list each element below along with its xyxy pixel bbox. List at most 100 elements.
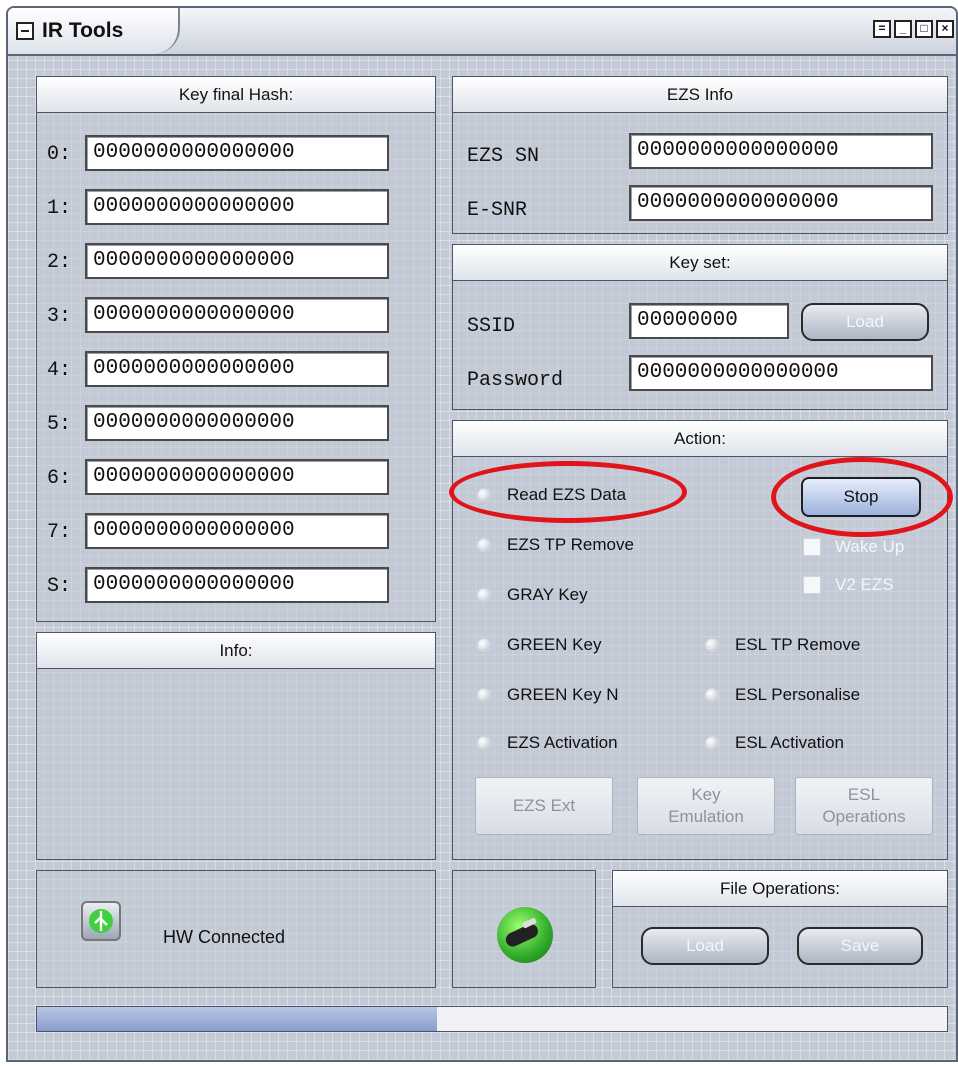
checkbox-label: Wake Up [835,537,905,556]
radio-green-key-n[interactable]: GREEN Key N [477,685,618,705]
radio-label: ESL Activation [735,733,844,752]
title-tab: IR Tools [8,8,180,54]
action-header: Action: [453,421,947,457]
radio-read-ezs-data[interactable]: Read EZS Data [477,485,626,505]
radio-dot [477,538,491,552]
ssid-label: SSID [467,315,516,338]
progress-fill [37,1007,438,1031]
key-set-header: Key set: [453,245,947,281]
esnr-field[interactable]: 0000000000000000 [629,185,933,221]
window-title: IR Tools [42,19,124,42]
hash-row-field[interactable]: 0000000000000000 [85,189,389,225]
key-icon-panel [452,870,596,988]
radio-esl-personalise[interactable]: ESL Personalise [705,685,860,705]
close-icon[interactable]: × [936,20,954,38]
radio-dot [477,488,491,502]
radio-label: GREEN Key N [507,685,619,704]
radio-ezs-tp-remove[interactable]: EZS TP Remove [477,535,634,555]
ezs-info-panel: EZS Info EZS SN 0000000000000000 E-SNR 0… [452,76,948,234]
file-operations-header: File Operations: [613,871,947,907]
esl-operations-label-2: Operations [822,807,906,826]
hash-row-field[interactable]: 0000000000000000 [85,351,389,387]
radio-ezs-activation[interactable]: EZS Activation [477,733,618,753]
hash-row-field[interactable]: 0000000000000000 [85,135,389,171]
checkbox-label: V2 EZS [835,575,894,594]
hash-row-label: 6: [47,467,72,490]
ezs-ext-button[interactable]: EZS Ext [475,777,613,835]
file-save-button[interactable]: Save [797,927,923,965]
hash-row-field[interactable]: 0000000000000000 [85,405,389,441]
radio-dot [477,638,491,652]
ezs-info-header: EZS Info [453,77,947,113]
ezs-sn-label: EZS SN [467,145,540,168]
hash-row-label: S: [47,575,72,598]
file-load-button[interactable]: Load [641,927,769,965]
action-panel: Action: Read EZS Data EZS TP Remove GRAY… [449,420,953,860]
stop-button[interactable]: Stop [801,477,921,517]
radio-dot [705,736,719,750]
radio-esl-activation[interactable]: ESL Activation [705,733,844,753]
hash-row-field[interactable]: 0000000000000000 [85,243,389,279]
hash-row-label: 0: [47,143,72,166]
hash-row-label: 2: [47,251,72,274]
car-key-icon [497,907,553,963]
radio-label: ESL TP Remove [735,635,861,654]
radio-dot [477,588,491,602]
radio-dot [705,688,719,702]
check-box [803,538,821,556]
hash-row-field[interactable]: 0000000000000000 [85,459,389,495]
radio-label: EZS Activation [507,733,618,752]
key-hash-panel: Key final Hash: 0: 0000000000000000 1: 0000… [36,76,436,622]
radio-dot [477,688,491,702]
hash-row-label: 5: [47,413,72,436]
hash-row-label: 3: [47,305,72,328]
title-bar: IR Tools = _ □ × [8,8,956,56]
ezs-sn-field[interactable]: 0000000000000000 [629,133,933,169]
progress-bar [36,1006,948,1032]
hash-row-label: 4: [47,359,72,382]
key-emulation-label-2: Emulation [668,807,744,826]
radio-dot [705,638,719,652]
key-hash-header: Key final Hash: [37,77,435,113]
password-label: Password [467,369,564,392]
wake-up-checkbox[interactable]: Wake Up [803,537,904,557]
hash-row-label: 1: [47,197,72,220]
minimize-icon[interactable]: _ [894,20,912,38]
radio-esl-tp-remove[interactable]: ESL TP Remove [705,635,860,655]
esnr-label: E-SNR [467,199,528,222]
usb-glyph [89,909,113,933]
key-set-panel: Key set: SSID 00000000 Load Password 000… [452,244,948,410]
radio-dot [477,736,491,750]
ir-tools-window: IR Tools = _ □ × Key final Hash: 0: 00000… [6,6,958,1062]
info-header: Info: [37,633,435,669]
radio-label: GREEN Key [507,635,602,654]
radio-label: GRAY Key [507,585,588,604]
maximize-icon[interactable]: □ [915,20,933,38]
radio-label: EZS TP Remove [507,535,634,554]
hash-row-label: 7: [47,521,72,544]
v2-ezs-checkbox[interactable]: V2 EZS [803,575,894,595]
radio-green-key[interactable]: GREEN Key [477,635,601,655]
hash-row-field[interactable]: 0000000000000000 [85,297,389,333]
info-panel: Info: [36,632,436,860]
file-operations-panel: File Operations: Load Save [612,870,948,988]
key-emulation-button[interactable]: Key Emulation [637,777,775,835]
esl-operations-button[interactable]: ESL Operations [795,777,933,835]
system-menu-icon[interactable] [16,22,34,40]
hash-row-field[interactable]: 0000000000000000 [85,513,389,549]
window-controls: = _ □ × [873,20,954,38]
ezs-ext-label: EZS Ext [512,796,576,815]
key-emulation-label-1: Key [691,785,721,804]
hw-connected-label: HW Connected [163,927,286,947]
hash-row-field[interactable]: 0000000000000000 [85,567,389,603]
ssid-field[interactable]: 00000000 [629,303,789,339]
load-key-button[interactable]: Load [801,303,929,341]
status-panel: HW Connected [36,870,436,988]
restore-icon[interactable]: = [873,20,891,38]
radio-gray-key[interactable]: GRAY Key [477,585,588,605]
check-box [803,576,821,594]
esl-operations-label-1: ESL [847,785,881,804]
radio-label: ESL Personalise [735,685,861,704]
key-glyph [505,918,538,947]
password-field[interactable]: 0000000000000000 [629,355,933,391]
